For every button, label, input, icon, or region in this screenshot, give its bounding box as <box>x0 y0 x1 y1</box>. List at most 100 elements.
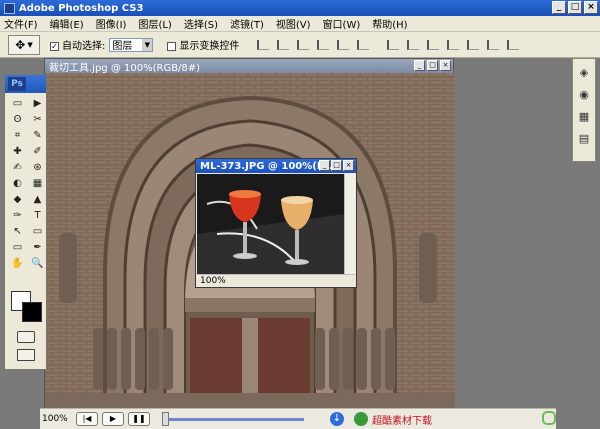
auto-select-value: 图层 <box>112 41 133 52</box>
menu-select[interactable]: 选择(S) <box>184 16 218 31</box>
download-icon[interactable]: ↓ <box>330 412 344 426</box>
app-titlebar: Adobe Photoshop CS3 _ □ × <box>0 0 600 16</box>
sub-status-bar: 100% <box>197 274 355 286</box>
history-icon[interactable]: ▤ <box>576 131 592 147</box>
sub-minimize-button[interactable]: _ <box>319 160 330 171</box>
tools-panel: Ps ▭ ▶ ʘ ✂ ⌗ ✎ ✚ ✐ ✍ ⊛ ◐ ▦ ◆ ▲ ✑ T ↖ ▭ ▭… <box>4 74 47 370</box>
distribute-right-icon[interactable] <box>487 39 500 50</box>
window-controls: _ □ × <box>552 1 598 14</box>
move-tool-icon[interactable]: ▶ <box>29 97 46 111</box>
photoshop-logo-icon <box>4 2 15 14</box>
color-swatches[interactable] <box>11 291 43 323</box>
distribute-hcenter-icon[interactable] <box>467 39 480 50</box>
drinks-image[interactable] <box>197 174 345 274</box>
sub-document-window: ML-373.JPG @ 100%(R... _ □ × 100% <box>195 158 357 288</box>
navigator-icon[interactable]: ◉ <box>576 87 592 103</box>
auto-align-icon[interactable] <box>507 39 520 50</box>
blur-tool-icon[interactable]: ◆ <box>9 193 26 207</box>
background-color-swatch[interactable] <box>22 302 42 322</box>
sub-close-button[interactable]: × <box>343 160 354 171</box>
player-zoom: 100% <box>42 414 68 424</box>
distribute-buttons <box>383 39 523 50</box>
pause-button[interactable]: ❚❚ <box>128 412 150 426</box>
sub-document-titlebar[interactable]: ML-373.JPG @ 100%(R... _ □ × <box>196 159 356 173</box>
menu-edit[interactable]: 编辑(E) <box>50 16 84 31</box>
distribute-left-icon[interactable] <box>447 39 460 50</box>
swatches-icon[interactable]: ▦ <box>576 109 592 125</box>
brush-tool-icon[interactable]: ✐ <box>29 145 46 159</box>
magic-wand-tool-icon[interactable]: ✂ <box>29 113 46 127</box>
menu-filter[interactable]: 滤镜(T) <box>230 16 264 31</box>
auto-select-dropdown[interactable]: 图层 ▼ <box>109 37 154 52</box>
align-right-icon[interactable] <box>357 39 370 50</box>
quick-mask-icon[interactable] <box>17 331 35 343</box>
menu-file[interactable]: 文件(F) <box>4 16 38 31</box>
align-left-icon[interactable] <box>317 39 330 50</box>
maximize-button[interactable]: □ <box>568 1 582 14</box>
shape-tool-icon[interactable]: ▭ <box>29 225 46 239</box>
dodge-tool-icon[interactable]: ▲ <box>29 193 46 207</box>
eyedropper-tool-icon[interactable]: ✒ <box>29 241 46 255</box>
seek-bar[interactable] <box>162 411 304 426</box>
dropdown-arrow-icon: ▼ <box>142 38 153 51</box>
align-buttons <box>253 39 373 50</box>
layers-icon[interactable]: ◈ <box>576 65 592 81</box>
show-transform-group: 显示变换控件 <box>167 37 239 52</box>
menu-window[interactable]: 窗口(W) <box>323 16 361 31</box>
seek-knob[interactable] <box>162 411 169 426</box>
align-top-icon[interactable] <box>257 39 270 50</box>
zoom-tool-icon[interactable]: 🔍 <box>29 257 46 271</box>
document-title: 裁切工具.jpg @ 100%(RGB/8#) <box>49 62 201 74</box>
type-tool-icon[interactable]: T <box>29 209 46 223</box>
healing-brush-tool-icon[interactable]: ✚ <box>9 145 26 159</box>
menu-layer[interactable]: 图层(L) <box>138 16 171 31</box>
corner-decoration-icon <box>542 411 556 425</box>
distribute-vcenter-icon[interactable] <box>407 39 420 50</box>
gradient-tool-icon[interactable]: ▦ <box>29 177 46 191</box>
move-tool-icon: ✥ <box>15 37 26 52</box>
video-player-bar: 100% |◀ ▶ ❚❚ ↓ 超酷素材下载 <box>40 408 556 429</box>
app-title: Adobe Photoshop CS3 <box>19 2 144 14</box>
doc-close-button[interactable]: × <box>440 60 451 71</box>
doc-maximize-button[interactable]: □ <box>427 60 438 71</box>
sub-zoom-level[interactable]: 100% <box>200 276 226 286</box>
distribute-bottom-icon[interactable] <box>427 39 440 50</box>
sub-vertical-scrollbar[interactable] <box>344 174 355 274</box>
show-transform-label: 显示变换控件 <box>179 41 240 52</box>
sub-maximize-button[interactable]: □ <box>331 160 342 171</box>
history-brush-tool-icon[interactable]: ⊛ <box>29 161 46 175</box>
tool-preset-picker[interactable]: ✥ ▼ <box>8 34 40 55</box>
document-titlebar[interactable]: 裁切工具.jpg @ 100%(RGB/8#) _ □ × <box>45 59 453 74</box>
lasso-tool-icon[interactable]: ʘ <box>9 113 26 127</box>
play-button[interactable]: ▶ <box>102 412 124 426</box>
menu-help[interactable]: 帮助(H) <box>372 16 407 31</box>
brand-text[interactable]: 超酷素材下载 <box>372 412 432 427</box>
minimize-button[interactable]: _ <box>552 1 566 14</box>
menu-image[interactable]: 图像(I) <box>96 16 127 31</box>
eraser-tool-icon[interactable]: ◐ <box>9 177 26 191</box>
crop-tool-icon[interactable]: ⌗ <box>9 129 26 143</box>
distribute-top-icon[interactable] <box>387 39 400 50</box>
document-window-controls: _ □ × <box>414 60 451 71</box>
align-bottom-icon[interactable] <box>297 39 310 50</box>
clone-stamp-tool-icon[interactable]: ✍ <box>9 161 26 175</box>
tools-panel-header[interactable]: Ps <box>5 75 46 93</box>
menu-bar: 文件(F) 编辑(E) 图像(I) 图层(L) 选择(S) 滤镜(T) 视图(V… <box>0 16 600 32</box>
screen-mode-icon[interactable] <box>17 349 35 361</box>
hand-tool-icon[interactable]: ✋ <box>9 257 26 271</box>
doc-minimize-button[interactable]: _ <box>414 60 425 71</box>
align-hcenter-icon[interactable] <box>337 39 350 50</box>
show-transform-checkbox[interactable] <box>167 41 177 51</box>
pen-tool-icon[interactable]: ✑ <box>9 209 26 223</box>
auto-select-group: ✓ 自动选择: <box>50 37 105 52</box>
close-button[interactable]: × <box>584 1 598 14</box>
slice-tool-icon[interactable]: ✎ <box>29 129 46 143</box>
marquee-tool-icon[interactable]: ▭ <box>9 97 26 111</box>
menu-view[interactable]: 视图(V) <box>276 16 311 31</box>
auto-select-checkbox[interactable]: ✓ <box>50 41 59 51</box>
align-vcenter-icon[interactable] <box>277 39 290 50</box>
sub-document-controls: _ □ × <box>319 160 354 171</box>
path-selection-tool-icon[interactable]: ↖ <box>9 225 26 239</box>
rewind-button[interactable]: |◀ <box>76 412 98 426</box>
notes-tool-icon[interactable]: ▭ <box>9 241 26 255</box>
